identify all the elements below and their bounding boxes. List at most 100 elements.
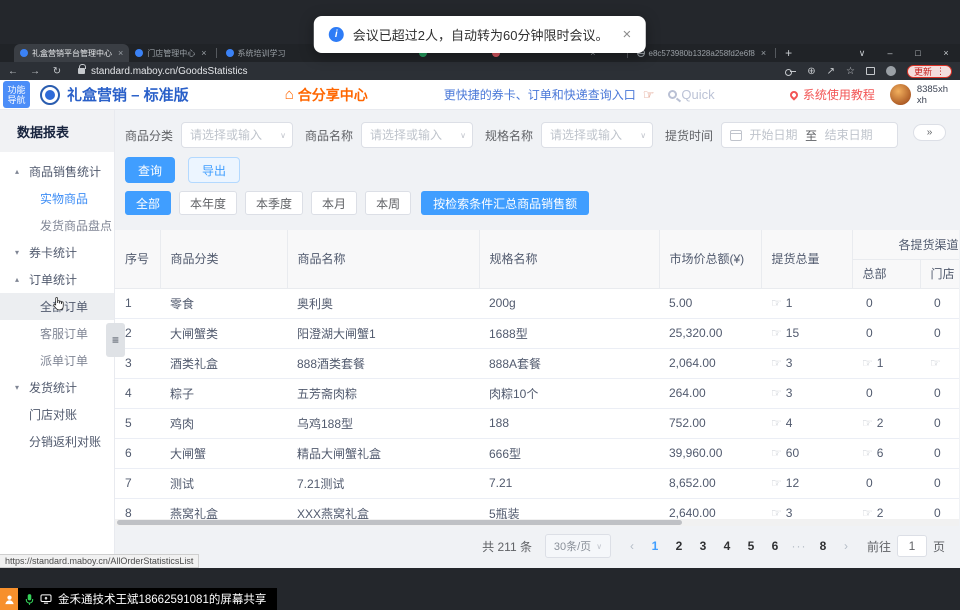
cell-store[interactable]: 0 bbox=[920, 498, 959, 519]
cell-store[interactable]: 0 bbox=[920, 468, 959, 498]
function-nav-button[interactable]: 功能 导航 bbox=[3, 81, 30, 108]
cell-pickup-total[interactable]: ☞60 bbox=[761, 438, 852, 468]
cell-store[interactable]: 0 bbox=[920, 378, 959, 408]
browser-tab-goods[interactable]: 礼盒营销平台管理中心 × bbox=[14, 44, 129, 62]
cell-store[interactable]: ☞ bbox=[920, 348, 959, 378]
start-date-input[interactable] bbox=[746, 128, 801, 142]
kebab-menu-icon[interactable]: ⋮ bbox=[936, 66, 945, 77]
sidebar-group-coupon-stats[interactable]: ▾ 券卡统计 bbox=[0, 239, 114, 266]
browser-tab-hash[interactable]: e8c573980b1328a258fd2e6f8 × bbox=[631, 44, 773, 62]
chrome-update-button[interactable]: 更新 ⋮ bbox=[907, 65, 952, 78]
range-tab-month[interactable]: 本月 bbox=[311, 191, 357, 215]
range-tab-all[interactable]: 全部 bbox=[125, 191, 171, 215]
goto-page-input[interactable] bbox=[897, 535, 927, 557]
spec-select[interactable]: ∨ bbox=[541, 122, 653, 148]
side-panel-icon[interactable] bbox=[866, 67, 875, 75]
page-size-select[interactable]: 30条/页 ∨ bbox=[545, 534, 611, 558]
category-select[interactable]: ∨ bbox=[181, 122, 293, 148]
prev-page-button[interactable]: ‹ bbox=[621, 539, 643, 553]
category-input[interactable] bbox=[190, 128, 274, 142]
quick-search-label[interactable]: Quick bbox=[681, 87, 714, 102]
reload-icon[interactable]: ↻ bbox=[46, 66, 68, 77]
new-tab-button[interactable]: + bbox=[785, 46, 792, 60]
sidebar-item-service-orders[interactable]: 客服订单 bbox=[0, 320, 114, 347]
sidebar-item-rebate-reconciliation[interactable]: 分销返利对账 bbox=[0, 428, 114, 455]
cell-hq[interactable]: 0 bbox=[852, 378, 920, 408]
cell-pickup-total[interactable]: ☞3 bbox=[761, 378, 852, 408]
cell-store[interactable]: 0 bbox=[920, 288, 959, 318]
page-number-6[interactable]: 6 bbox=[763, 539, 787, 553]
cell-hq[interactable]: ☞2 bbox=[852, 408, 920, 438]
expand-filters-button[interactable]: » bbox=[913, 124, 946, 141]
share-center-link[interactable]: ⌂ 合分享中心 bbox=[285, 85, 368, 105]
cell-pickup-total[interactable]: ☞3 bbox=[761, 498, 852, 519]
zoom-icon[interactable]: ⊕ bbox=[807, 66, 815, 77]
page-number-1[interactable]: 1 bbox=[643, 539, 667, 553]
tutorial-link[interactable]: 系统使用教程 bbox=[790, 86, 875, 103]
url-text[interactable]: standard.maboy.cn/GoodsStatistics bbox=[91, 66, 248, 77]
sidebar-item-shipment-inventory[interactable]: 发货商品盘点 bbox=[0, 212, 114, 239]
user-avatar[interactable] bbox=[890, 84, 911, 105]
query-button[interactable]: 查询 bbox=[125, 157, 175, 183]
cell-hq[interactable]: 0 bbox=[852, 468, 920, 498]
search-icon[interactable] bbox=[668, 90, 677, 99]
page-number-4[interactable]: 4 bbox=[715, 539, 739, 553]
close-icon[interactable]: × bbox=[622, 26, 631, 43]
range-tab-quarter[interactable]: 本季度 bbox=[245, 191, 303, 215]
bookmark-star-icon[interactable]: ☆ bbox=[846, 66, 855, 77]
range-tab-week[interactable]: 本周 bbox=[365, 191, 411, 215]
share-icon[interactable]: ↗ bbox=[827, 66, 835, 77]
cell-pickup-total[interactable]: ☞15 bbox=[761, 318, 852, 348]
horizontal-scrollbar[interactable] bbox=[115, 519, 959, 526]
end-date-input[interactable] bbox=[821, 128, 876, 142]
cell-pickup-total[interactable]: ☞4 bbox=[761, 408, 852, 438]
page-number-5[interactable]: 5 bbox=[739, 539, 763, 553]
sidebar-collapse-handle[interactable]: ≡ bbox=[106, 323, 125, 357]
cell-hq[interactable]: ☞2 bbox=[852, 498, 920, 519]
window-close-button[interactable]: × bbox=[932, 48, 960, 58]
cell-pickup-total[interactable]: ☞3 bbox=[761, 348, 852, 378]
cell-store[interactable]: 0 bbox=[920, 408, 959, 438]
cell-market-total: 8,652.00 bbox=[659, 468, 761, 498]
cell-store[interactable]: 0 bbox=[920, 438, 959, 468]
quick-entry-link[interactable]: 更快捷的券卡、订单和快递查询入口 bbox=[444, 86, 636, 103]
back-icon[interactable]: ← bbox=[2, 66, 24, 77]
page-number-8[interactable]: 8 bbox=[811, 539, 835, 553]
browser-tab-store[interactable]: 门店管理中心 × bbox=[129, 44, 212, 62]
tab-close-icon[interactable]: × bbox=[761, 48, 766, 58]
sidebar-group-goods-stats[interactable]: ▴ 商品销售统计 bbox=[0, 158, 114, 185]
profile-avatar-icon[interactable] bbox=[886, 66, 896, 76]
cell-pickup-total[interactable]: ☞1 bbox=[761, 288, 852, 318]
tab-search-icon[interactable]: ∨ bbox=[848, 48, 876, 59]
cell-hq[interactable]: ☞1 bbox=[852, 348, 920, 378]
password-key-icon[interactable] bbox=[785, 69, 796, 74]
window-minimize-button[interactable]: – bbox=[876, 48, 904, 58]
browser-tab-training[interactable]: 系统培训学习 bbox=[220, 44, 292, 62]
sidebar-group-shipment-stats[interactable]: ▾ 发货统计 bbox=[0, 374, 114, 401]
scrollbar-thumb[interactable] bbox=[117, 520, 682, 525]
page-number-3[interactable]: 3 bbox=[691, 539, 715, 553]
name-select[interactable]: ∨ bbox=[361, 122, 473, 148]
spec-input[interactable] bbox=[550, 128, 634, 142]
sidebar-item-store-reconciliation[interactable]: 门店对账 bbox=[0, 401, 114, 428]
range-tab-year[interactable]: 本年度 bbox=[179, 191, 237, 215]
sidebar-item-dispatch-orders[interactable]: 派单订单 bbox=[0, 347, 114, 374]
next-page-button[interactable]: › bbox=[835, 539, 857, 553]
page-ellipsis[interactable]: ··· bbox=[787, 539, 811, 553]
cell-hq[interactable]: ☞6 bbox=[852, 438, 920, 468]
sidebar-group-order-stats[interactable]: ▴ 订单统计 bbox=[0, 266, 114, 293]
forward-icon[interactable]: → bbox=[24, 66, 46, 77]
tab-close-icon[interactable]: × bbox=[201, 48, 206, 58]
date-range-picker[interactable]: 至 bbox=[721, 122, 898, 148]
cell-store[interactable]: 0 bbox=[920, 318, 959, 348]
tab-close-icon[interactable]: × bbox=[118, 48, 123, 58]
page-number-2[interactable]: 2 bbox=[667, 539, 691, 553]
cell-hq[interactable]: 0 bbox=[852, 318, 920, 348]
export-button[interactable]: 导出 bbox=[188, 157, 240, 183]
summary-by-criteria-button[interactable]: 按检索条件汇总商品销售额 bbox=[421, 191, 589, 215]
cell-pickup-total[interactable]: ☞12 bbox=[761, 468, 852, 498]
cell-hq[interactable]: 0 bbox=[852, 288, 920, 318]
window-maximize-button[interactable]: □ bbox=[904, 48, 932, 58]
name-input[interactable] bbox=[370, 128, 454, 142]
sidebar-item-physical-goods[interactable]: 实物商品 bbox=[0, 185, 114, 212]
